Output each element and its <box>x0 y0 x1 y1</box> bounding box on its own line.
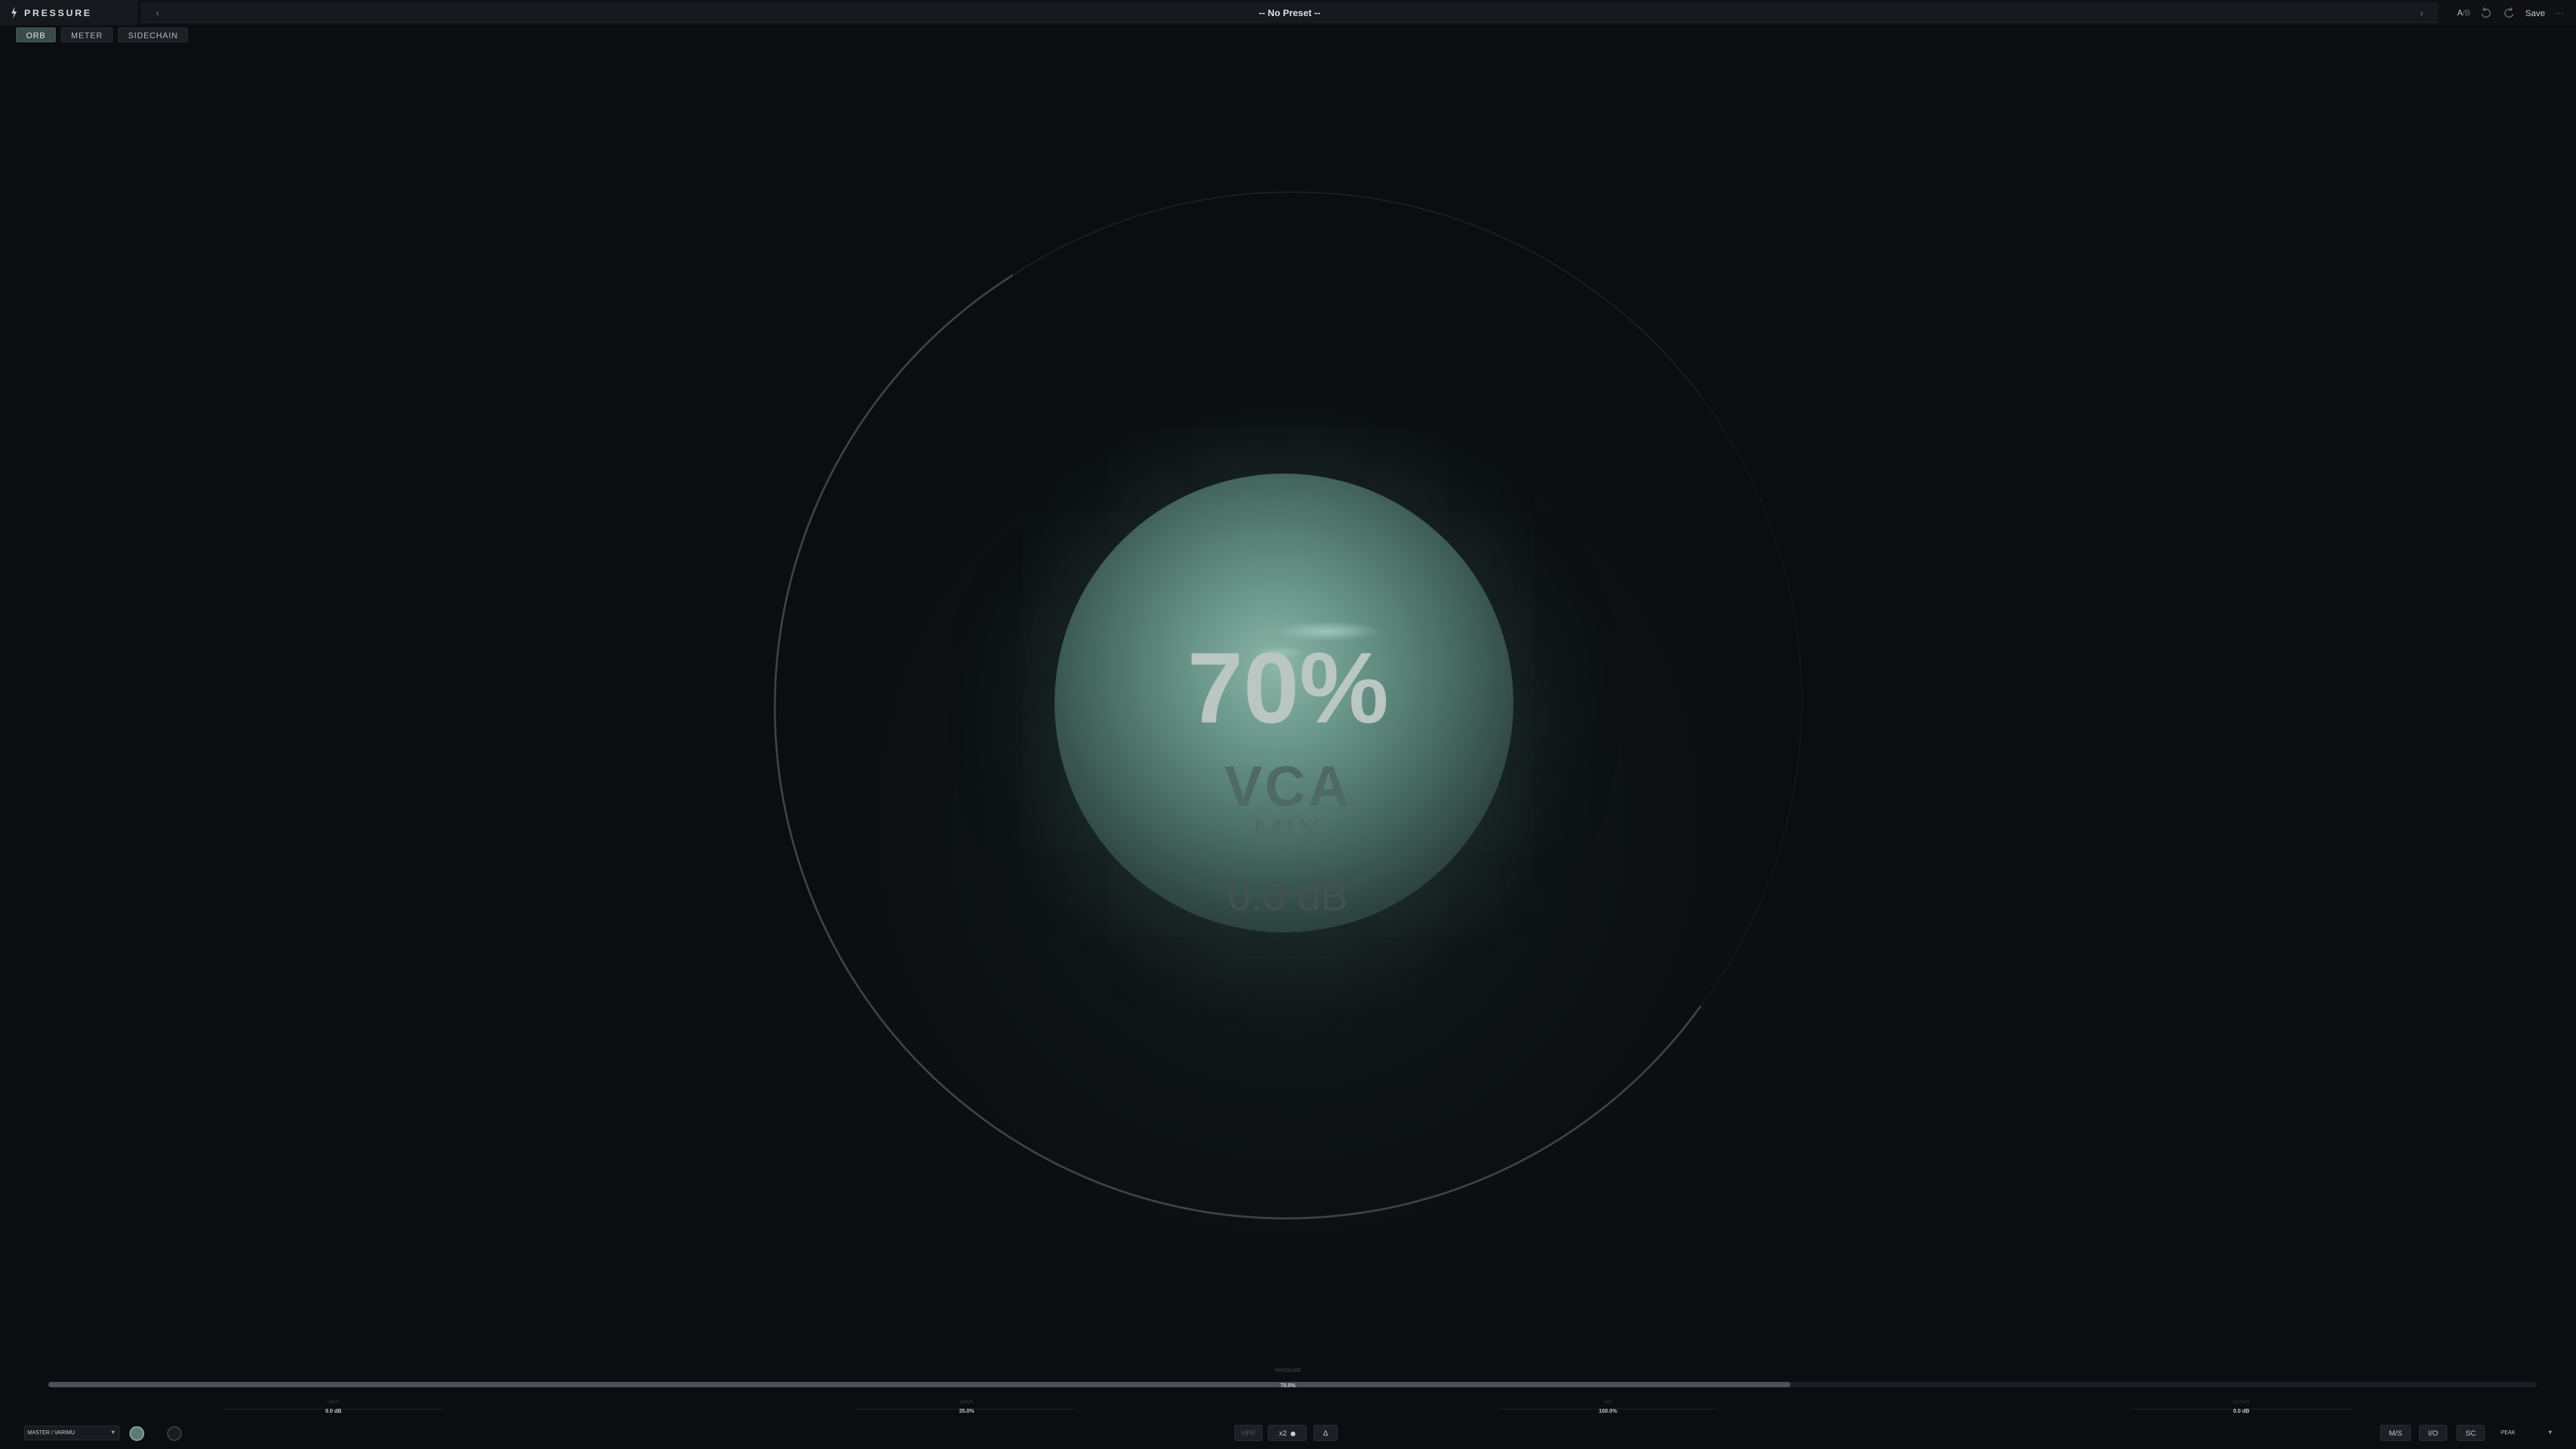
orb-mode: VCA <box>1224 755 1352 818</box>
orb-label: MIX <box>1252 810 1324 853</box>
param-value: 100.0% <box>1599 1408 1617 1414</box>
hpf-button[interactable]: HPF <box>1234 1425 1263 1441</box>
bypass-toggle[interactable] <box>167 1426 182 1441</box>
main-slider-label: PRESSURE <box>1275 1368 1301 1373</box>
io-button[interactable]: I/O <box>2419 1425 2447 1441</box>
sc-button[interactable]: SC <box>2457 1425 2485 1441</box>
orb-gain: 0.0 dB <box>1228 873 1348 920</box>
mode-select[interactable]: MASTER / VARIMU ▾ <box>24 1426 119 1440</box>
param-name: DRIVE <box>960 1401 973 1405</box>
mode-select-value: MASTER / VARIMU <box>28 1430 75 1436</box>
oversample-button[interactable]: x2 <box>1268 1425 1307 1441</box>
param-value: 0.0 dB <box>325 1408 341 1414</box>
param-name: OUTPUT <box>2233 1401 2250 1405</box>
oversample-label: x2 <box>1279 1430 1287 1438</box>
orb-value: 70% <box>1187 631 1389 744</box>
main-slider-fill <box>48 1382 1790 1387</box>
param-output[interactable]: OUTPUT 0.0 dB <box>2131 1401 2352 1414</box>
param-value: 35.0% <box>959 1408 975 1414</box>
meter-mode-value: PEAK <box>2501 1430 2516 1436</box>
param-value: 0.0 dB <box>2233 1408 2249 1414</box>
ms-button[interactable]: M/S <box>2380 1425 2411 1441</box>
param-name: INPUT <box>327 1401 339 1405</box>
main-slider-value: 70.0% <box>1280 1383 1296 1389</box>
dot-icon <box>1291 1431 1296 1436</box>
auto-gain-toggle[interactable] <box>129 1426 144 1441</box>
param-input[interactable]: INPUT 0.0 dB <box>223 1401 444 1414</box>
param-drive[interactable]: DRIVE 35.0% <box>856 1401 1077 1414</box>
delta-button[interactable]: Δ <box>1313 1425 1338 1441</box>
meter-mode-select[interactable]: PEAK ▾ <box>2498 1426 2553 1440</box>
chevron-down-icon: ▾ <box>2548 1429 2552 1436</box>
param-mix[interactable]: MIX 100.0% <box>1497 1401 1719 1414</box>
chevron-down-icon: ▾ <box>111 1429 115 1436</box>
param-name: MIX <box>1604 1401 1612 1405</box>
